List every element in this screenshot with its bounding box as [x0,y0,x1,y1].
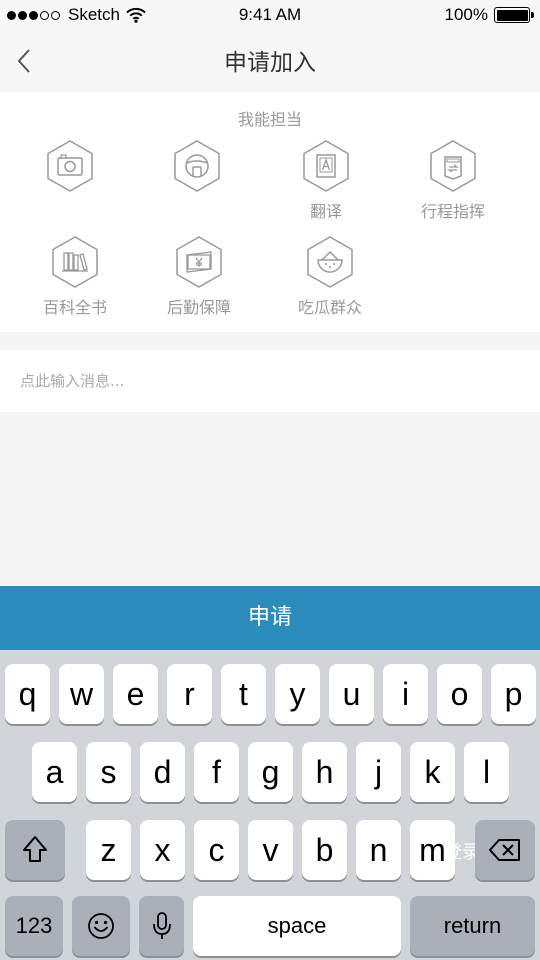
key-k[interactable]: k [410,742,455,802]
key-l[interactable]: l [464,742,509,802]
battery-icon [494,7,534,23]
skill-bystander[interactable]: 吃瓜群众 [275,234,385,317]
watermelon-icon [307,236,353,288]
skill-label [142,198,252,218]
key-y[interactable]: y [275,664,320,724]
skill-label: 后勤保障 [166,298,231,317]
key-s[interactable]: s [86,742,131,802]
shift-key[interactable] [5,820,65,880]
keyboard: q w e r t y u i o p a s d f g h j k l z … [0,650,540,960]
key-u[interactable]: u [329,664,374,724]
skill-label: 吃瓜群众 [297,298,362,317]
key-q[interactable]: q [5,664,50,724]
apply-button[interactable]: 申请 [0,586,540,650]
skill-translate[interactable]: 翻译 [271,138,381,221]
key-b[interactable]: b [302,820,347,880]
skill-driving[interactable] [142,138,252,218]
microphone-icon [152,912,171,939]
dictation-key[interactable] [139,896,184,956]
key-h[interactable]: h [302,742,347,802]
message-panel [0,350,540,412]
navigation-bar: 申请加入 [0,30,540,92]
battery-group: 100% [444,5,534,25]
space-key[interactable]: space [193,896,401,956]
skill-camera[interactable] [15,138,125,218]
key-n[interactable]: n [356,820,401,880]
status-bar: Sketch 9:41 AM 100% [0,0,540,30]
key-z[interactable]: z [86,820,131,880]
skills-heading: 我能担当 [237,110,302,129]
key-p[interactable]: p [491,664,536,724]
backspace-icon [489,839,520,861]
key-e[interactable]: e [113,664,158,724]
steering-wheel-icon [174,140,220,192]
key-t[interactable]: t [221,664,266,724]
skills-panel: 我能担当 翻译 行程指挥 百科全书 后勤保障 吃瓜群众 [0,92,540,332]
emoji-icon [88,913,114,939]
key-w[interactable]: w [59,664,104,724]
key-i[interactable]: i [383,664,428,724]
page-title: 申请加入 [224,50,316,76]
skill-label: 翻译 [309,202,342,221]
key-a[interactable]: a [32,742,77,802]
return-key[interactable]: return [410,896,535,956]
skill-itinerary[interactable]: 行程指挥 [398,138,508,221]
delete-key[interactable] [475,820,535,880]
key-f[interactable]: f [194,742,239,802]
skill-encyclopedia[interactable]: 百科全书 [20,234,130,317]
key-g[interactable]: g [248,742,293,802]
key-c[interactable]: c [194,820,239,880]
money-icon [176,236,222,288]
key-j[interactable]: j [356,742,401,802]
skill-logistics[interactable]: 后勤保障 [144,234,254,317]
key-x[interactable]: x [140,820,185,880]
message-input[interactable] [0,350,540,412]
books-icon [52,236,98,288]
numbers-key[interactable]: 123 [5,896,63,956]
key-o[interactable]: o [437,664,482,724]
key-d[interactable]: d [140,742,185,802]
key-r[interactable]: r [167,664,212,724]
skill-label: 行程指挥 [420,202,485,221]
camera-icon [47,140,93,192]
itinerary-icon [430,140,476,192]
translate-icon [303,140,349,192]
skill-label [15,198,125,218]
emoji-key[interactable] [72,896,130,956]
key-v[interactable]: v [248,820,293,880]
battery-percent: 100% [444,5,488,24]
shift-arrow-icon [23,836,47,862]
skill-label: 百科全书 [42,298,107,317]
